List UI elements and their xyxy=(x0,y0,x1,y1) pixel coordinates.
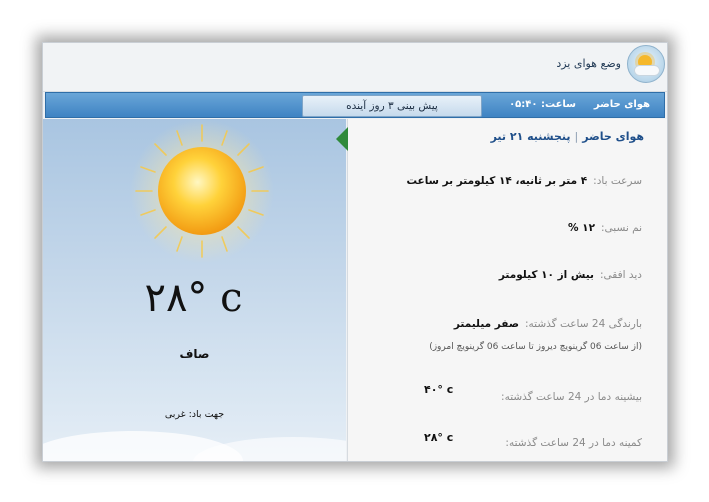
humidity-label: نم نسبی: xyxy=(601,222,642,234)
min-temp-value: ۲۸° c xyxy=(424,431,454,444)
rain-row: بارندگی 24 ساعت گذشته: صفر میلیمتر xyxy=(454,318,642,330)
forecast-button[interactable]: پیش بینی ۳ روز آینده xyxy=(302,95,482,117)
arrow-marker-icon xyxy=(336,127,348,151)
weather-window: وضع هوای یزد هوای حاضر ساعت: ۰۵:۴۰ پیش ب… xyxy=(42,42,668,462)
wind-direction: جهت باد: غربی xyxy=(164,409,225,420)
details-heading: هوای حاضر|پنجشنبه ۲۱ تیر xyxy=(491,130,644,143)
logo-cloud xyxy=(634,65,660,76)
weather-illustration: ۲۸° c صاف جهت باد: غربی xyxy=(43,119,346,461)
heading-title: هوای حاضر xyxy=(582,130,644,143)
visibility-label: دید افقی: xyxy=(600,269,642,281)
min-temp-row: کمینه دما در 24 ساعت گذشته: xyxy=(505,437,642,449)
max-temp-row: بیشینه دما در 24 ساعت گذشته: xyxy=(501,391,642,403)
wind-speed-value: ۴ متر بر ثانیه، ۱۴ کیلومتر بر ساعت xyxy=(406,175,588,187)
heading-date: پنجشنبه ۲۱ تیر xyxy=(490,130,571,143)
title-bar: وضع هوای یزد xyxy=(43,43,667,92)
weather-condition: صاف xyxy=(179,347,210,361)
max-temp-value: ۴۰° c xyxy=(424,383,454,396)
sun-icon xyxy=(130,119,274,263)
visibility-value: بیش از ۱۰ کیلومتر xyxy=(498,269,594,281)
app-title: وضع هوای یزد xyxy=(556,57,621,70)
rain-note: (از ساعت 06 گرینویچ دیروز تا ساعت 06 گری… xyxy=(429,342,642,352)
nav-bar: هوای حاضر ساعت: ۰۵:۴۰ پیش بینی ۳ روز آین… xyxy=(45,92,665,118)
humidity-row: نم نسبی: ۱۲ % xyxy=(568,222,642,234)
sun-cloud-icon xyxy=(627,45,665,83)
rain-value: صفر میلیمتر xyxy=(453,318,519,330)
wind-speed-label: سرعت باد: xyxy=(593,175,642,187)
wind-speed-row: سرعت باد: ۴ متر بر ثانیه، ۱۴ کیلومتر بر س… xyxy=(406,175,642,187)
max-temp-label: بیشینه دما در 24 ساعت گذشته: xyxy=(501,391,642,403)
rain-label: بارندگی 24 ساعت گذشته: xyxy=(525,318,642,330)
current-temperature: ۲۸° c xyxy=(144,275,245,321)
details-panel: هوای حاضر|پنجشنبه ۲۱ تیر سرعت باد: ۴ متر … xyxy=(336,119,667,461)
time-label: ساعت: ۰۵:۴۰ xyxy=(509,99,576,110)
visibility-row: دید افقی: بیش از ۱۰ کیلومتر xyxy=(499,269,642,281)
humidity-value: ۱۲ % xyxy=(567,222,595,234)
tab-current-weather[interactable]: هوای حاضر xyxy=(594,99,650,110)
min-temp-label: کمینه دما در 24 ساعت گذشته: xyxy=(505,437,642,449)
heading-separator: | xyxy=(574,130,579,143)
